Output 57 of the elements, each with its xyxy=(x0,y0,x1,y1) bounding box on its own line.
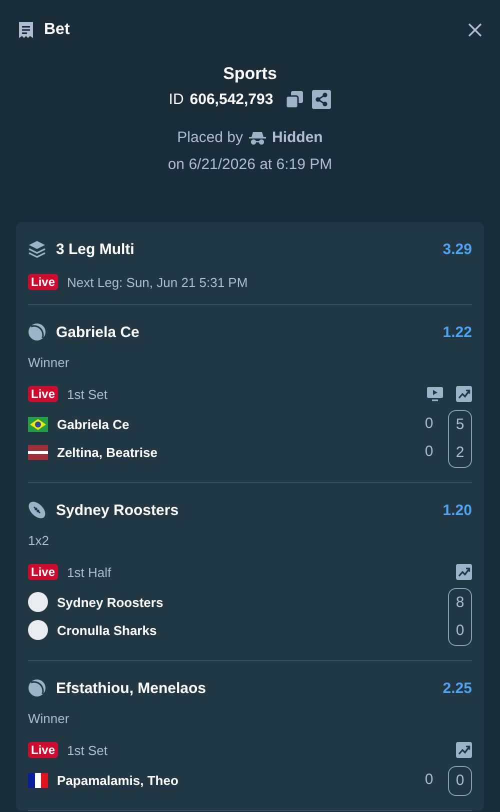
receipt-icon xyxy=(17,21,35,39)
incognito-icon xyxy=(249,130,266,144)
placed-by-name: Hidden xyxy=(272,129,323,146)
bet-id: 606,542,793 xyxy=(190,91,274,108)
score: 0 xyxy=(424,414,434,434)
copy-button[interactable] xyxy=(286,91,304,108)
score: 0 xyxy=(424,770,434,790)
next-leg-time: Next Leg: Sun, Jun 21 5:31 PM xyxy=(67,274,248,290)
share-button[interactable] xyxy=(312,90,332,109)
competitor-name: Zeltina, Beatrise xyxy=(57,444,158,460)
live-badge: Live xyxy=(28,564,58,580)
market-name: Winner xyxy=(28,711,70,726)
score: 0 xyxy=(456,621,464,641)
multi-title: 3 Leg Multi xyxy=(56,240,136,258)
selection-title: Gabriela Ce xyxy=(56,324,140,340)
tv-icon[interactable] xyxy=(427,386,443,402)
score: 8 xyxy=(456,593,464,613)
team-logo-icon xyxy=(28,620,48,640)
market-name: Winner xyxy=(28,355,70,370)
flag-icon xyxy=(28,772,48,788)
flag-icon xyxy=(28,444,48,460)
close-button[interactable] xyxy=(467,22,483,38)
odds-value: 3.29 xyxy=(442,240,472,258)
chart-icon[interactable] xyxy=(456,564,472,580)
bet-id-label: ID xyxy=(168,91,184,108)
score: 0 xyxy=(424,442,434,462)
chart-icon[interactable] xyxy=(456,386,472,402)
selection-title: Efstathiou, Menelaos xyxy=(56,680,208,696)
match-period: 1st Set xyxy=(67,386,108,402)
rugby-ball-icon xyxy=(28,501,46,519)
tennis-ball-icon xyxy=(28,679,46,697)
competitor-name: Papamalamis, Theo xyxy=(57,772,178,788)
match-period: 1st Half xyxy=(67,564,112,580)
odds-value: 1.20 xyxy=(442,502,472,518)
score: 0 xyxy=(456,771,464,791)
layers-icon xyxy=(28,240,46,258)
selection-title: Sydney Roosters xyxy=(56,502,180,518)
odds-value: 2.25 xyxy=(442,680,472,696)
competitor-name: Sydney Roosters xyxy=(57,594,164,610)
dialog-title: Bet xyxy=(44,21,70,39)
tennis-ball-icon xyxy=(28,323,46,341)
placed-by-label: Placed by xyxy=(177,129,244,146)
score: 2 xyxy=(456,443,464,463)
chart-icon[interactable] xyxy=(456,742,472,758)
score: 5 xyxy=(456,415,464,435)
live-badge: Live xyxy=(28,274,58,290)
live-badge: Live xyxy=(28,386,58,402)
flag-icon xyxy=(28,416,48,432)
live-badge: Live xyxy=(28,742,58,758)
competitor-name: Gabriela Ce xyxy=(57,416,130,432)
odds-value: 1.22 xyxy=(442,324,472,340)
market-name: 1x2 xyxy=(28,533,50,548)
match-period: 1st Set xyxy=(67,742,108,758)
bet-category: Sports xyxy=(223,64,277,84)
team-logo-icon xyxy=(28,592,48,612)
competitor-name: Cronulla Sharks xyxy=(57,622,157,638)
placed-date: on 6/21/2026 at 6:19 PM xyxy=(168,156,332,173)
